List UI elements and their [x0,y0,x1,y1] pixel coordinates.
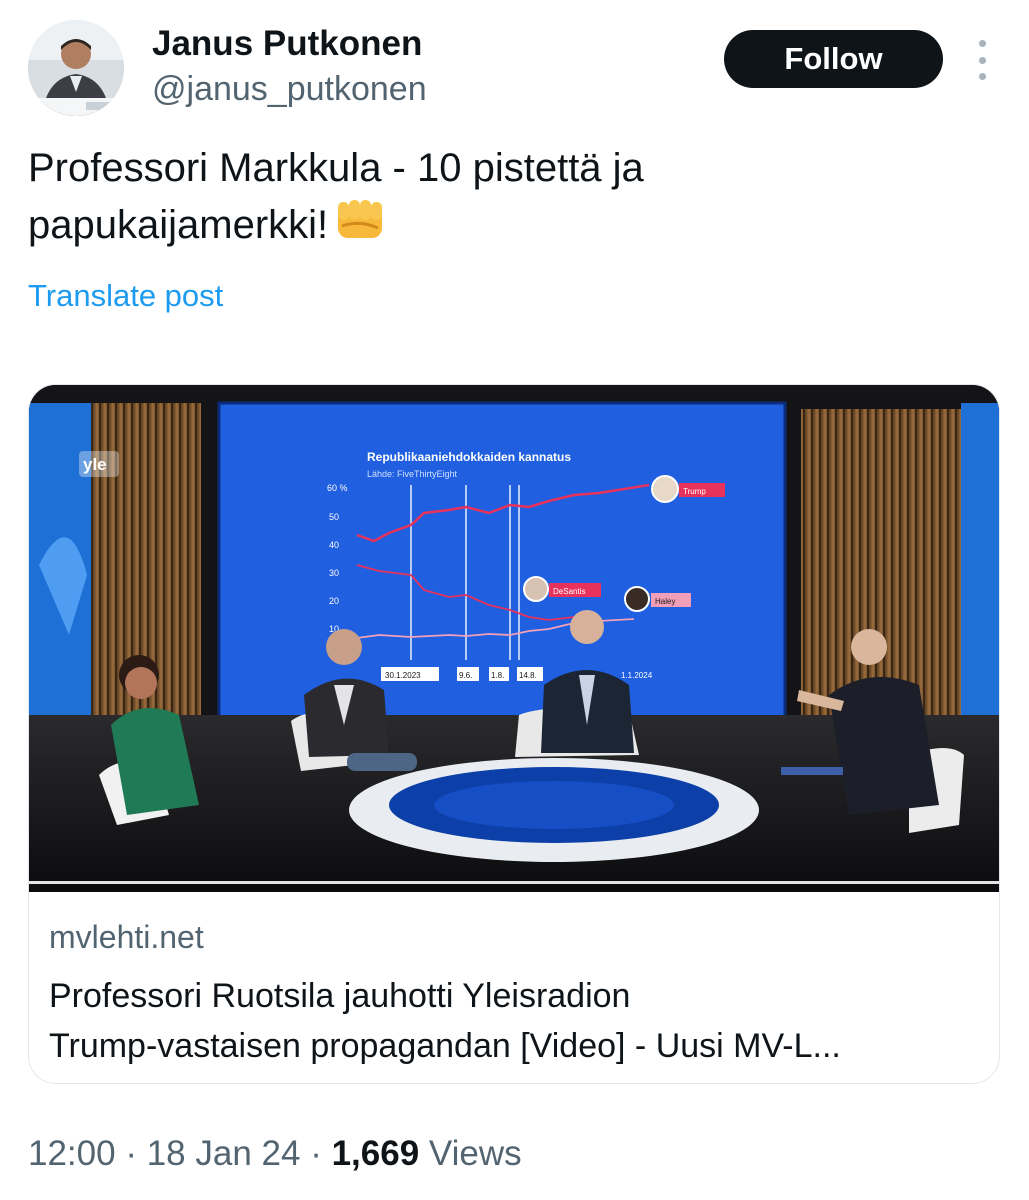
yle-logo: yle [83,455,107,474]
series-label-trump: Trump [683,487,706,496]
screen-chart-source: Lähde: FiveThirtyEight [367,469,458,479]
author-name[interactable]: Janus Putkonen [152,24,422,64]
x-label-2: 9.6. [459,671,472,680]
series-label-desantis: DeSantis [553,587,585,596]
y-tick-50: 50 [329,512,339,522]
post-meta: 12:00 · 18 Jan 24 · 1,669 Views [28,1134,522,1174]
series-label-haley: Haley [655,597,675,606]
post-text-line-2: papukaijamerkki! [28,203,329,248]
author-avatar[interactable] [28,20,124,116]
post-time[interactable]: 12:00 [28,1134,116,1173]
y-tick-30: 30 [329,568,339,578]
dot [978,73,986,80]
post-date[interactable]: 18 Jan 24 [147,1134,301,1173]
link-card-title-line-2: Trump-vastaisen propagandan [Video] - Uu… [49,1027,841,1065]
y-tick-60: 60 % [327,483,348,493]
translate-post-link[interactable]: Translate post [28,278,223,314]
author-handle[interactable]: @janus_putkonen [152,70,427,109]
dot [978,56,986,64]
oncoming-fist-icon [334,196,386,259]
x-label-1: 30.1.2023 [385,671,421,680]
tv-studio-image: yle Republikaaniehdokkaiden kannatus Läh… [29,385,999,892]
link-card-title-line-1: Professori Ruotsila jauhotti Yleisradion [49,977,631,1015]
avatar-image [28,20,124,116]
link-card-domain: mvlehti.net [49,919,204,955]
more-options-icon[interactable] [968,40,996,80]
y-tick-20: 20 [329,596,339,606]
link-card-title: Professori Ruotsila jauhotti Yleisradion… [49,971,979,1071]
post-text-line-1: Professori Markkula - 10 pistettä ja [28,146,644,190]
views-count: 1,669 [331,1134,420,1173]
screen-chart-title: Republikaaniehdokkaiden kannatus [367,450,571,464]
meta-separator: · [125,1134,137,1173]
x-label-4: 14.8. [519,671,537,680]
y-tick-40: 40 [329,540,339,550]
post-text-line-2-wrap: papukaijamerkki! [28,196,988,259]
link-card-image[interactable]: yle Republikaaniehdokkaiden kannatus Läh… [29,385,999,892]
dot [978,40,986,47]
follow-button[interactable]: Follow [724,30,943,88]
post-text: Professori Markkula - 10 pistettä ja pap… [28,140,988,259]
post-header: Janus Putkonen @janus_putkonen Follow [28,20,1008,120]
x-label-3: 1.8. [491,671,504,680]
x-label-5: 1.1.2024 [621,671,653,680]
views-label: Views [428,1134,522,1173]
meta-separator: · [310,1134,322,1173]
link-card[interactable]: yle Republikaaniehdokkaiden kannatus Läh… [28,384,1000,1084]
